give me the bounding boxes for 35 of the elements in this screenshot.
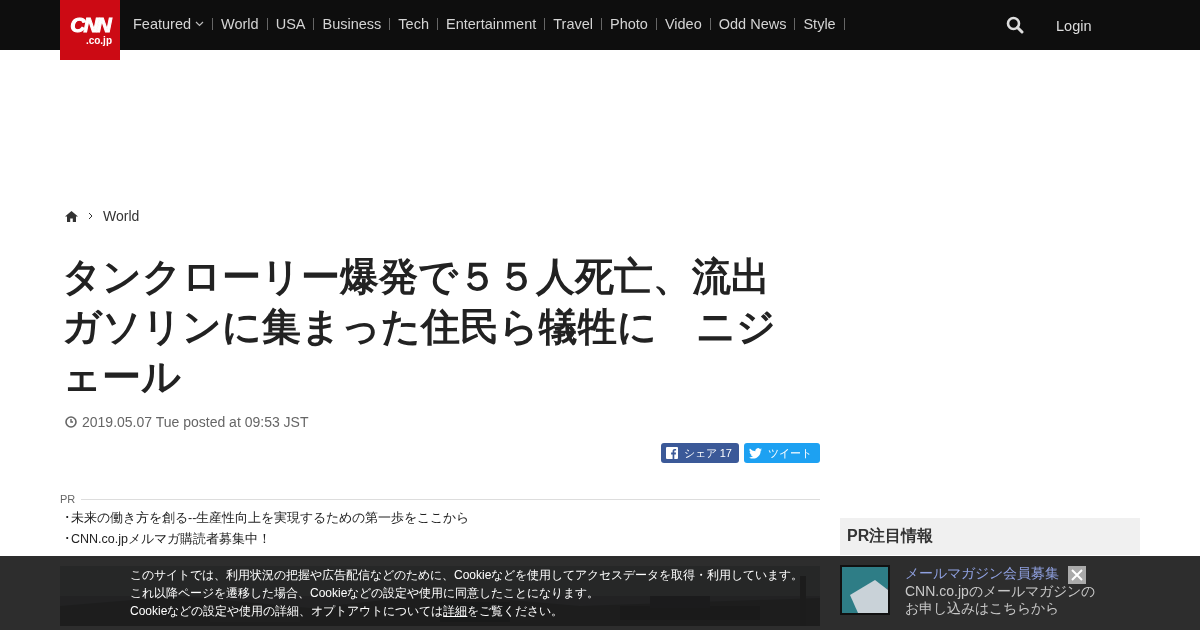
promo-text: CNN.co.jpのメールマガジンのお申し込みはこちらから xyxy=(905,583,1096,617)
chevron-down-icon xyxy=(195,21,205,27)
nav-link[interactable]: Business xyxy=(314,16,390,32)
cookie-notice-line: これ以降ページを遷移した場合、Cookieなどの設定や使用に同意したことになります。 xyxy=(130,585,600,602)
breadcrumb-link[interactable]: World xyxy=(103,208,140,224)
bird-icon xyxy=(749,447,762,459)
logo[interactable]: CNN .co.jp xyxy=(60,0,120,60)
cookie-notice-line: このサイトでは、利用状況の把握や広告配信などのために、Cookieなどを使用してアクセスデータを取得・利用しています。 xyxy=(130,567,804,584)
article-title: タンクローリー爆発で５５人死亡、流出ガソリンに集まった住民ら犠牲に ニジェール xyxy=(62,254,777,400)
home-icon[interactable] xyxy=(65,210,78,222)
nav-link[interactable]: Tech xyxy=(390,16,437,32)
nav-link[interactable]: Video xyxy=(656,16,710,32)
nav-link[interactable]: Entertainment xyxy=(437,16,545,32)
login-link[interactable]: Login xyxy=(1056,18,1092,34)
nav-link[interactable]: Style xyxy=(795,16,844,32)
nav-link[interactable]: World xyxy=(213,16,267,32)
share-button[interactable]: シェア 17 xyxy=(660,443,739,463)
cookie-notice-text: をご覧ください。 xyxy=(467,604,564,618)
cookie-notice-text: Cookieなどの設定や使用の詳細、オプトアウトについては xyxy=(130,604,444,618)
pr-label: PR xyxy=(60,493,76,505)
nav-link[interactable]: Photo xyxy=(602,16,656,32)
nav-link[interactable]: Travel xyxy=(545,16,601,32)
chevron-right-icon xyxy=(88,212,93,220)
nav-link[interactable]: Featured xyxy=(125,16,213,32)
pr-link[interactable]: ･未来の働き方を創る--生産性向上を実現するための第一歩をここから xyxy=(64,511,470,525)
clock-icon xyxy=(65,416,77,428)
promo-title[interactable]: メールマガジン会員募集 xyxy=(905,565,1059,583)
pr-link[interactable]: ･CNN.co.jpメルマガ購読者募集中！ xyxy=(64,532,271,546)
facebook-icon xyxy=(665,447,678,459)
nav-link[interactable]: USA xyxy=(267,16,314,32)
details-link[interactable]: 詳細 xyxy=(443,604,468,618)
post-date: 2019.05.07 Tue posted at 09:53 JST xyxy=(82,414,309,430)
section-heading: PR注目情報 xyxy=(840,518,1140,555)
search-icon[interactable] xyxy=(1006,16,1024,34)
nav-link[interactable]: Odd News xyxy=(710,16,795,32)
